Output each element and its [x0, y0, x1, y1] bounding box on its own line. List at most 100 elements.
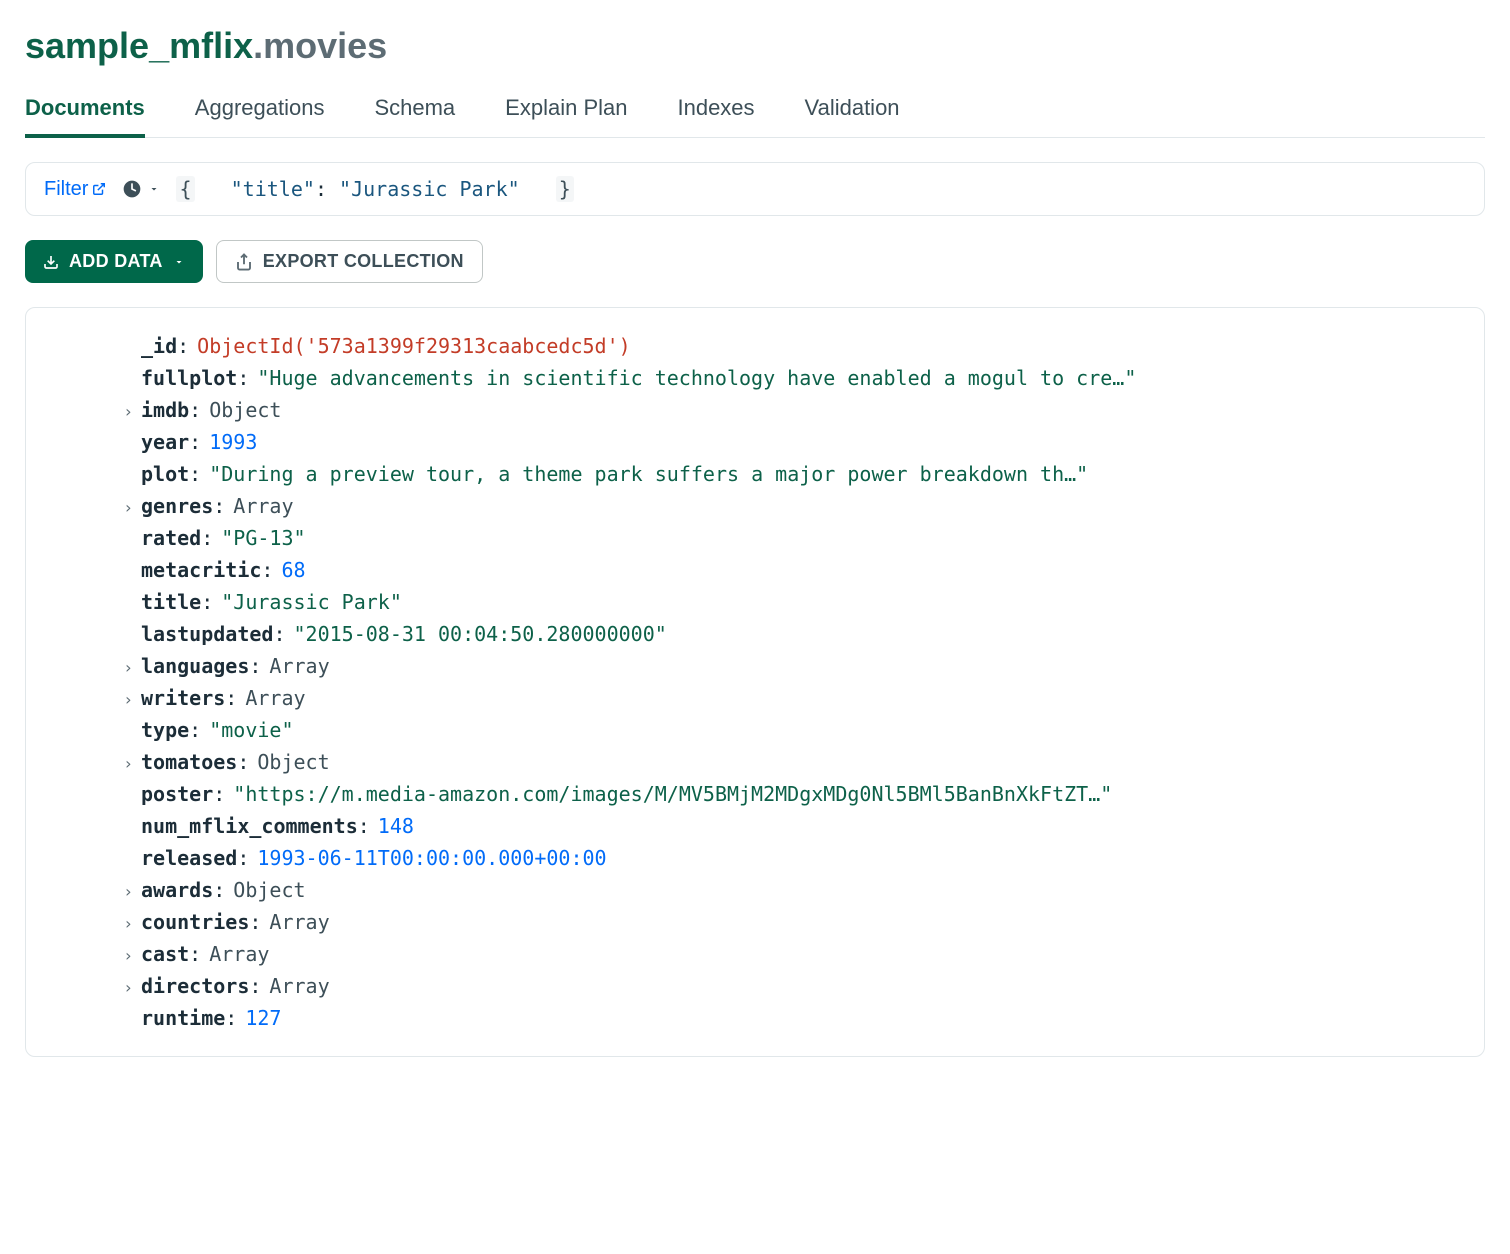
expand-toggle[interactable]: › [46, 751, 141, 777]
field-key: type [141, 714, 189, 746]
field-value[interactable]: Array [269, 970, 329, 1002]
collection-name: .movies [253, 25, 387, 66]
field-key: title [141, 586, 201, 618]
expand-toggle[interactable]: › [46, 943, 141, 969]
tab-aggregations[interactable]: Aggregations [195, 95, 325, 137]
filter-value: "Jurassic Park" [339, 177, 520, 201]
collection-title: sample_mflix.movies [25, 25, 1485, 67]
field-value[interactable]: "movie" [209, 714, 293, 746]
filter-label-button[interactable]: Filter [44, 178, 106, 201]
clock-icon [122, 179, 142, 199]
expand-toggle[interactable]: › [46, 975, 141, 1001]
field-value[interactable]: Array [233, 490, 293, 522]
field-value[interactable]: 68 [281, 554, 305, 586]
field-key: released [141, 842, 237, 874]
field-key: imdb [141, 394, 189, 426]
field-value[interactable]: "Jurassic Park" [221, 586, 402, 618]
field-row-rated: rated: "PG-13" [46, 522, 1464, 554]
export-collection-label: EXPORT COLLECTION [263, 251, 464, 272]
field-value[interactable]: 127 [245, 1002, 281, 1034]
add-data-label: ADD DATA [69, 251, 163, 272]
field-value[interactable]: 1993 [209, 426, 257, 458]
field-value[interactable]: "2015-08-31 00:04:50.280000000" [294, 618, 667, 650]
field-key: genres [141, 490, 213, 522]
field-value[interactable]: "Huge advancements in scientific technol… [257, 362, 1136, 394]
field-value[interactable]: Array [269, 650, 329, 682]
database-name: sample_mflix [25, 25, 253, 66]
filter-query-input[interactable]: { "title": "Jurassic Park" } [176, 177, 573, 201]
field-value[interactable]: "https://m.media-amazon.com/images/M/MV5… [233, 778, 1112, 810]
external-link-icon [92, 182, 106, 196]
action-bar: ADD DATA EXPORT COLLECTION [25, 240, 1485, 283]
field-key: languages [141, 650, 249, 682]
field-row-countries: › countries: Array [46, 906, 1464, 938]
tab-explain-plan[interactable]: Explain Plan [505, 95, 627, 137]
expand-toggle[interactable]: › [46, 687, 141, 713]
tab-schema[interactable]: Schema [374, 95, 455, 137]
field-key: num_mflix_comments [141, 810, 358, 842]
field-row-genres: › genres: Array [46, 490, 1464, 522]
tab-indexes[interactable]: Indexes [677, 95, 754, 137]
field-row-released: released: 1993-06-11T00:00:00.000+00:00 [46, 842, 1464, 874]
field-row-num-comments: num_mflix_comments: 148 [46, 810, 1464, 842]
tab-validation[interactable]: Validation [805, 95, 900, 137]
filter-sep: : [315, 177, 339, 201]
field-row-id: _id: ObjectId('573a1399f29313caabcedc5d'… [46, 330, 1464, 362]
field-key: runtime [141, 1002, 225, 1034]
field-key: metacritic [141, 554, 261, 586]
add-data-button[interactable]: ADD DATA [25, 240, 203, 283]
filter-key: "title" [231, 177, 315, 201]
filter-brace-open: { [176, 176, 194, 202]
filter-bar: Filter { "title": "Jurassic Park" } [25, 162, 1485, 216]
field-value[interactable]: "During a preview tour, a theme park suf… [209, 458, 1088, 490]
field-key: rated [141, 522, 201, 554]
field-value[interactable]: Array [245, 682, 305, 714]
expand-toggle[interactable]: › [46, 655, 141, 681]
field-row-fullplot: fullplot: "Huge advancements in scientif… [46, 362, 1464, 394]
field-value[interactable]: Array [269, 906, 329, 938]
field-value[interactable]: Object [209, 394, 281, 426]
expand-toggle[interactable]: › [46, 911, 141, 937]
field-value[interactable]: 148 [378, 810, 414, 842]
expand-toggle[interactable]: › [46, 879, 141, 905]
filter-history-button[interactable] [122, 179, 160, 199]
field-row-awards: › awards: Object [46, 874, 1464, 906]
field-value[interactable]: Object [233, 874, 305, 906]
field-value[interactable]: Array [209, 938, 269, 970]
field-value[interactable]: "PG-13" [221, 522, 305, 554]
expand-toggle[interactable]: › [46, 495, 141, 521]
field-row-type: type: "movie" [46, 714, 1464, 746]
field-row-directors: › directors: Array [46, 970, 1464, 1002]
field-row-writers: › writers: Array [46, 682, 1464, 714]
field-row-poster: poster: "https://m.media-amazon.com/imag… [46, 778, 1464, 810]
field-key: year [141, 426, 189, 458]
document-card: _id: ObjectId('573a1399f29313caabcedc5d'… [25, 307, 1485, 1057]
field-row-cast: › cast: Array [46, 938, 1464, 970]
field-key: _id [141, 330, 177, 362]
caret-down-icon [173, 256, 185, 268]
field-row-lastupdated: lastupdated: "2015-08-31 00:04:50.280000… [46, 618, 1464, 650]
field-row-languages: › languages: Array [46, 650, 1464, 682]
tab-documents[interactable]: Documents [25, 95, 145, 137]
download-icon [43, 254, 59, 270]
field-key: tomatoes [141, 746, 237, 778]
field-key: poster [141, 778, 213, 810]
field-key: cast [141, 938, 189, 970]
field-row-title: title: "Jurassic Park" [46, 586, 1464, 618]
tab-bar: Documents Aggregations Schema Explain Pl… [25, 95, 1485, 138]
field-key: directors [141, 970, 249, 1002]
field-row-plot: plot: "During a preview tour, a theme pa… [46, 458, 1464, 490]
export-collection-button[interactable]: EXPORT COLLECTION [216, 240, 483, 283]
filter-brace-close: } [556, 176, 574, 202]
field-value[interactable]: ObjectId('573a1399f29313caabcedc5d') [197, 330, 630, 362]
field-key: countries [141, 906, 249, 938]
field-key: plot [141, 458, 189, 490]
field-row-tomatoes: › tomatoes: Object [46, 746, 1464, 778]
field-value[interactable]: Object [257, 746, 329, 778]
field-value[interactable]: 1993-06-11T00:00:00.000+00:00 [257, 842, 606, 874]
field-row-metacritic: metacritic: 68 [46, 554, 1464, 586]
field-key: lastupdated [141, 618, 273, 650]
export-icon [235, 253, 253, 271]
expand-toggle[interactable]: › [46, 399, 141, 425]
field-key: awards [141, 874, 213, 906]
